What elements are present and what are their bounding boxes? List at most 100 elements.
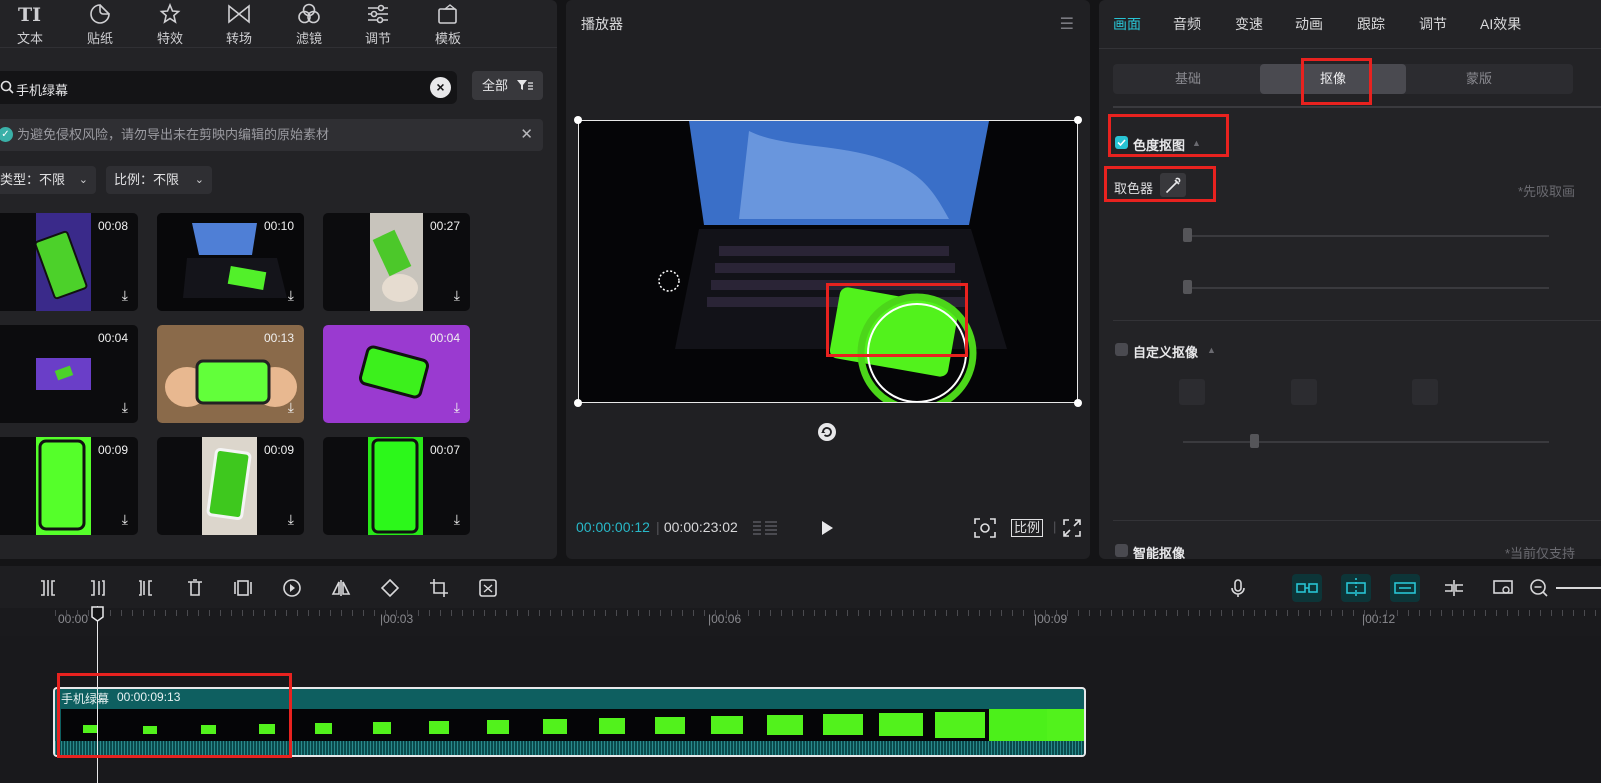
- zoom-out-icon[interactable]: [1529, 578, 1549, 598]
- close-notice-button[interactable]: ✕: [520, 119, 533, 151]
- search-input[interactable]: 手机绿幕 ×: [0, 71, 457, 104]
- download-icon[interactable]: ⤓: [454, 287, 460, 304]
- resize-handle[interactable]: [1074, 399, 1082, 407]
- delete-icon[interactable]: [185, 578, 205, 598]
- zoom-slider[interactable]: [1556, 587, 1601, 589]
- split-right-icon[interactable]: [136, 578, 156, 598]
- intensity-slider[interactable]: [1183, 235, 1549, 237]
- sub-tab-basic[interactable]: 基础: [1115, 64, 1261, 94]
- play-icon[interactable]: [819, 519, 835, 537]
- waveform-list-icon[interactable]: [751, 518, 779, 538]
- adjust-icon: [353, 2, 403, 26]
- media-item[interactable]: 00:10 ⤓: [157, 213, 304, 311]
- brush-icon[interactable]: [1179, 379, 1205, 405]
- clip-frame: [525, 709, 583, 741]
- media-item[interactable]: 00:09 ⤓: [0, 437, 138, 535]
- menu-icon[interactable]: ☰: [1060, 14, 1074, 34]
- collapse-icon[interactable]: ▲: [1207, 345, 1216, 355]
- slider-knob[interactable]: [1250, 434, 1259, 448]
- ratio-button[interactable]: 比例: [1011, 519, 1044, 537]
- sticker-icon: [75, 2, 125, 26]
- eraser-icon[interactable]: [1291, 379, 1317, 405]
- type-filter-dropdown[interactable]: 类型：不限 ⌄: [0, 166, 96, 194]
- copyright-notice: ✓ 为避免侵权风险，请勿导出未在剪映内编辑的原始素材 ✕: [0, 119, 543, 151]
- clear-search-button[interactable]: ×: [430, 77, 451, 98]
- player-title: 播放器: [581, 16, 623, 32]
- smart-cut-icon[interactable]: [478, 578, 498, 598]
- resize-handle[interactable]: [574, 399, 582, 407]
- rotate-icon[interactable]: [817, 422, 837, 442]
- tab-animation[interactable]: 动画: [1295, 14, 1323, 34]
- freeze-icon[interactable]: [233, 578, 253, 598]
- tool-label: 文本: [16, 31, 43, 46]
- brush-size-slider[interactable]: [1183, 441, 1549, 443]
- tool-text[interactable]: TI 文本: [5, 2, 55, 47]
- microphone-icon[interactable]: [1228, 578, 1248, 598]
- media-duration: 00:08: [97, 219, 128, 233]
- download-icon[interactable]: ⤓: [288, 287, 294, 304]
- media-item[interactable]: 00:27 ⤓: [323, 213, 470, 311]
- reset-icon[interactable]: [1412, 379, 1438, 405]
- media-item[interactable]: 00:08 ⤓: [0, 213, 138, 311]
- sub-tab-mask[interactable]: 蒙版: [1406, 64, 1552, 94]
- clip-frame: [873, 709, 931, 741]
- download-icon[interactable]: ⤓: [454, 399, 460, 416]
- resize-handle[interactable]: [574, 116, 582, 124]
- tab-picture[interactable]: 画面: [1113, 14, 1141, 34]
- tab-speed[interactable]: 变速: [1235, 14, 1263, 34]
- slider-knob[interactable]: [1183, 280, 1192, 294]
- tab-ai-effects[interactable]: AI效果: [1480, 14, 1521, 34]
- media-item[interactable]: 00:09 ⤓: [157, 437, 304, 535]
- clip-frame: [757, 709, 815, 741]
- tab-audio[interactable]: 音频: [1173, 14, 1201, 34]
- fullscreen-icon[interactable]: [1063, 519, 1081, 537]
- download-icon[interactable]: ⤓: [288, 399, 294, 416]
- reverse-icon[interactable]: [282, 578, 302, 598]
- tool-effects[interactable]: 特效: [145, 2, 195, 47]
- split-view-icon[interactable]: [1443, 578, 1463, 598]
- link-toggle-icon[interactable]: [1292, 574, 1322, 602]
- svg-text:TI: TI: [18, 4, 41, 24]
- media-item[interactable]: 00:13 ⤓: [157, 325, 304, 423]
- slider-knob[interactable]: [1183, 228, 1192, 242]
- tool-adjust[interactable]: 调节: [353, 2, 403, 47]
- download-icon[interactable]: ⤓: [122, 287, 128, 304]
- mirror-icon[interactable]: [331, 578, 351, 598]
- video-preview[interactable]: [578, 120, 1078, 403]
- resize-handle[interactable]: [1074, 116, 1082, 124]
- tool-label: 贴纸: [86, 31, 113, 46]
- download-icon[interactable]: ⤓: [288, 511, 294, 528]
- tool-sticker[interactable]: 贴纸: [75, 2, 125, 47]
- snap-toggle-icon[interactable]: [1341, 574, 1371, 602]
- clip-frame: [1047, 709, 1084, 741]
- ratio-filter-dropdown[interactable]: 比例：不限 ⌄: [106, 166, 212, 194]
- download-icon[interactable]: ⤓: [454, 511, 460, 528]
- tool-template[interactable]: 模板: [423, 2, 473, 47]
- tool-filter[interactable]: 滤镜: [284, 2, 334, 47]
- smart-key-checkbox[interactable]: [1115, 544, 1128, 557]
- clip-frame: [989, 709, 1047, 741]
- timeline-ruler: 00:00 |00:03 |00:06 |00:09 |00:12: [0, 608, 1601, 636]
- effects-icon: [145, 2, 195, 26]
- split-icon[interactable]: [38, 578, 58, 598]
- focus-icon[interactable]: [974, 518, 996, 538]
- split-left-icon[interactable]: [87, 578, 107, 598]
- tab-adjust[interactable]: 调节: [1419, 14, 1447, 34]
- custom-key-checkbox[interactable]: [1115, 343, 1128, 356]
- crop-icon[interactable]: [429, 578, 449, 598]
- tool-label: 滤镜: [295, 31, 322, 46]
- shadow-slider[interactable]: [1183, 287, 1549, 289]
- media-item[interactable]: 00:04 ⤓: [323, 325, 470, 423]
- preview-axis-icon[interactable]: [1390, 574, 1420, 602]
- media-item[interactable]: 00:07 ⤓: [323, 437, 470, 535]
- tab-tracking[interactable]: 跟踪: [1357, 14, 1385, 34]
- preview-window-icon[interactable]: [1492, 578, 1513, 598]
- filter-all-button[interactable]: 全部: [472, 71, 543, 100]
- download-icon[interactable]: ⤓: [122, 399, 128, 416]
- filter-all-label: 全部: [482, 78, 509, 93]
- tool-transition[interactable]: 转场: [214, 2, 264, 47]
- download-icon[interactable]: ⤓: [122, 511, 128, 528]
- rotate-clip-icon[interactable]: [380, 578, 400, 598]
- media-item[interactable]: 00:04 ⤓: [0, 325, 138, 423]
- clip-frame: [467, 709, 525, 741]
